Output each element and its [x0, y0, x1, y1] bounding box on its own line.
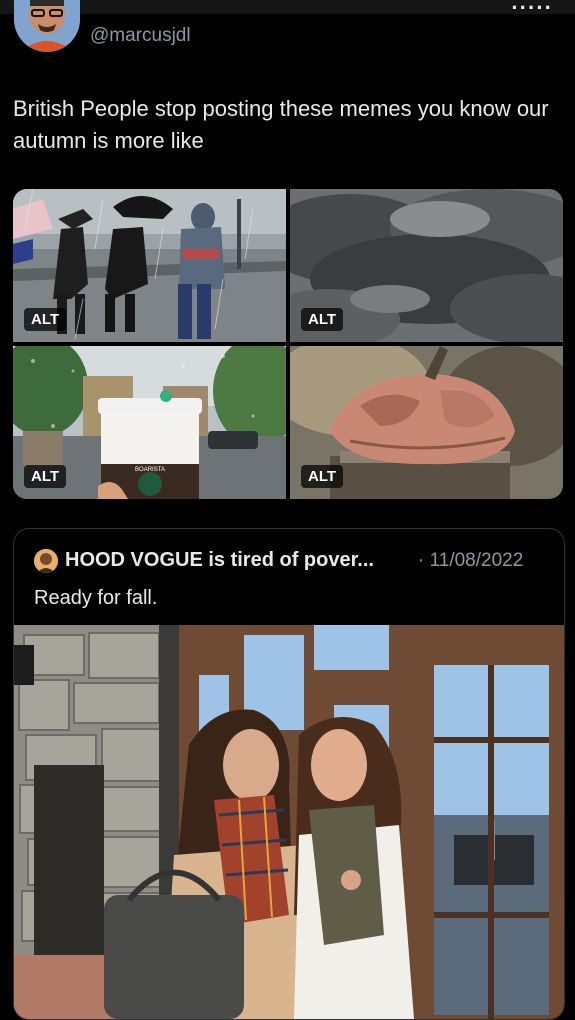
cup-text: BOARISTA	[135, 467, 165, 473]
alt-badge[interactable]: ALT	[301, 465, 344, 488]
clipped-display-name	[90, 0, 200, 6]
alt-badge[interactable]: ALT	[301, 308, 344, 331]
author-avatar[interactable]	[14, 0, 80, 52]
alt-badge[interactable]: ALT	[24, 308, 67, 331]
quoted-date: · 11/08/2022	[418, 550, 524, 571]
status-strip	[0, 0, 575, 14]
clipped-counter: ·····	[511, 2, 553, 14]
quoted-author-avatar[interactable]	[34, 549, 58, 573]
alt-badge[interactable]: ALT	[24, 465, 67, 488]
quoted-date-value: 11/08/2022	[429, 550, 524, 571]
quoted-display-name[interactable]: HOOD VOGUE is tired of pover...	[65, 549, 374, 572]
media-image-rotting-pumpkin[interactable]: ALT	[290, 346, 563, 499]
media-image-rain-people[interactable]: ALT	[13, 189, 286, 342]
quoted-tweet[interactable]: HOOD VOGUE is tired of pover... · 11/08/…	[13, 528, 565, 1020]
author-handle[interactable]: @marcusjdl	[90, 25, 191, 47]
media-image-coffee-cup[interactable]: BOARISTA ALT	[13, 346, 286, 499]
quoted-media-image[interactable]	[14, 625, 564, 1019]
quoted-text: Ready for fall.	[34, 587, 158, 609]
media-image-storm-clouds[interactable]: ALT	[290, 189, 563, 342]
tweet-text: British People stop posting these memes …	[13, 96, 549, 153]
media-grid: ALT ALT BOARISTA ALT ALT	[13, 189, 563, 499]
